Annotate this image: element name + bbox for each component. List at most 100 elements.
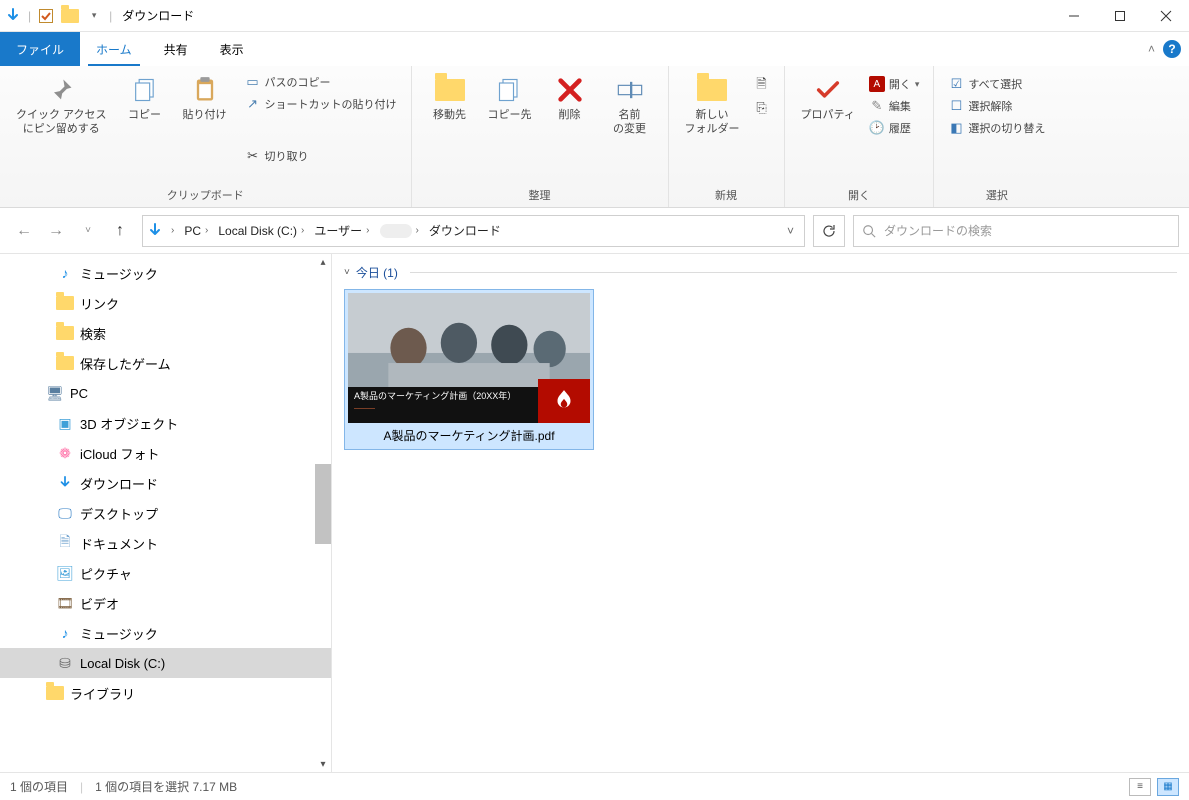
easy-access-button[interactable]: ⎘ — [750, 98, 774, 118]
up-button[interactable]: ↑ — [106, 217, 134, 245]
ribbon-tabs: ファイル ホーム 共有 表示 ˄ ? — [0, 32, 1189, 66]
crumb-pc[interactable]: PC› — [182, 224, 212, 238]
pin-quick-access-button[interactable]: クイック アクセス にピン留めする — [10, 72, 113, 139]
pdf-badge-icon — [538, 379, 590, 423]
sidebar-item-videos[interactable]: 🎞ビデオ — [0, 588, 331, 618]
group-label-clipboard: クリップボード — [10, 185, 401, 205]
view-details-button[interactable]: ≡ — [1129, 778, 1151, 796]
file-list[interactable]: ˅ 今日 (1) ✓ A製品のマーケティング計画（20XX年）――― — [332, 254, 1189, 772]
select-none-button[interactable]: ☐ 選択解除 — [944, 96, 1049, 116]
paste-shortcut-icon: ↗ — [245, 96, 261, 112]
address-bar[interactable]: › PC› Local Disk (C:)› ユーザー› › ダウンロード ˅ — [142, 215, 805, 247]
new-item-button[interactable]: 🗎 — [750, 76, 774, 96]
copy-path-button[interactable]: ▭ パスのコピー — [241, 72, 401, 92]
paste-shortcut-button[interactable]: ↗ ショートカットの貼り付け — [241, 94, 401, 114]
move-to-button[interactable]: 移動先 — [422, 72, 478, 124]
sidebar-item-local-disk[interactable]: ⛁Local Disk (C:) — [0, 648, 331, 678]
copy-to-button[interactable]: コピー先 — [482, 72, 538, 124]
sidebar-item-3d-objects[interactable]: ▣3D オブジェクト — [0, 408, 331, 438]
sidebar-item-desktop[interactable]: 🖵デスクトップ — [0, 498, 331, 528]
quick-access-toolbar: | ▾ | — [0, 7, 116, 25]
checkbox-icon[interactable] — [37, 7, 55, 25]
group-label-new: 新規 — [679, 185, 774, 205]
navigation-pane[interactable]: ▴ ♪ミュージック リンク 検索 保存したゲーム 🖥PC ▣3D オブジェクト … — [0, 254, 332, 772]
sidebar-item-pictures[interactable]: 🖼ピクチャ — [0, 558, 331, 588]
sidebar-item-libraries[interactable]: ライブラリ — [0, 678, 331, 708]
sidebar-item-search[interactable]: 検索 — [0, 318, 331, 348]
address-dropdown[interactable]: ˅ — [781, 224, 800, 238]
collapse-ribbon-icon[interactable]: ˄ — [1148, 42, 1155, 56]
crumb-downloads[interactable]: ダウンロード — [427, 222, 503, 239]
group-divider — [410, 272, 1177, 273]
ribbon: クイック アクセス にピン留めする コピー 貼り付け ▭ パスのコピー — [0, 66, 1189, 208]
sidebar-item-pc[interactable]: 🖥PC — [0, 378, 331, 408]
easy-access-icon: ⎘ — [754, 100, 770, 116]
search-box[interactable] — [853, 215, 1179, 247]
dropdown-icon[interactable]: ▾ — [85, 7, 103, 25]
crumb-users[interactable]: ユーザー› — [312, 222, 373, 239]
documents-icon: 🗎 — [56, 534, 74, 552]
main-area: ▴ ♪ミュージック リンク 検索 保存したゲーム 🖥PC ▣3D オブジェクト … — [0, 254, 1189, 772]
tab-file[interactable]: ファイル — [0, 32, 80, 66]
pin-icon — [45, 74, 77, 106]
delete-button[interactable]: 削除 — [542, 72, 598, 124]
tab-view[interactable]: 表示 — [204, 32, 260, 66]
minimize-button[interactable] — [1051, 1, 1097, 31]
refresh-button[interactable] — [813, 215, 845, 247]
scroll-down-arrow[interactable]: ▾ — [315, 756, 331, 772]
sidebar-item-music[interactable]: ♪ミュージック — [0, 258, 331, 288]
forward-button[interactable]: → — [42, 217, 70, 245]
open-app-icon: A — [869, 76, 885, 92]
status-item-count: 1 個の項目 — [10, 778, 68, 795]
tab-share[interactable]: 共有 — [148, 32, 204, 66]
crumb-sep[interactable]: › — [167, 225, 178, 236]
tab-home[interactable]: ホーム — [80, 32, 148, 66]
maximize-button[interactable] — [1097, 1, 1143, 31]
scroll-up-arrow[interactable]: ▴ — [315, 254, 331, 270]
properties-button[interactable]: プロパティ — [795, 72, 861, 124]
invert-selection-button[interactable]: ◧ 選択の切り替え — [944, 118, 1049, 138]
new-folder-icon — [696, 74, 728, 106]
move-to-icon — [434, 74, 466, 106]
group-header-today[interactable]: ˅ 今日 (1) — [344, 264, 1177, 281]
new-folder-button[interactable]: 新しい フォルダー — [679, 72, 746, 139]
help-icon[interactable]: ? — [1163, 40, 1181, 58]
folder-icon[interactable] — [61, 7, 79, 25]
cut-button[interactable]: ✂ 切り取り — [241, 146, 401, 166]
sidebar-item-documents[interactable]: 🗎ドキュメント — [0, 528, 331, 558]
sidebar-item-saved-games[interactable]: 保存したゲーム — [0, 348, 331, 378]
folder-search-icon — [56, 324, 74, 342]
search-icon — [862, 224, 876, 238]
crumb-user[interactable]: › — [378, 224, 423, 238]
recent-dropdown[interactable]: ˅ — [74, 217, 102, 245]
new-item-icon: 🗎 — [754, 78, 770, 94]
select-all-button[interactable]: ☑ すべて選択 — [944, 74, 1049, 94]
history-button[interactable]: 🕑 履歴 — [865, 118, 924, 138]
search-input[interactable] — [884, 224, 1170, 238]
copy-button[interactable]: コピー — [117, 72, 173, 124]
close-button[interactable] — [1143, 1, 1189, 31]
sidebar-item-links[interactable]: リンク — [0, 288, 331, 318]
back-button[interactable]: ← — [10, 217, 38, 245]
group-label-open: 開く — [795, 185, 924, 205]
qat-divider-2: | — [109, 9, 112, 23]
paste-icon — [189, 74, 221, 106]
desktop-icon: 🖵 — [56, 504, 74, 522]
sidebar-item-downloads[interactable]: ダウンロード — [0, 468, 331, 498]
scrollbar-thumb[interactable] — [315, 464, 331, 544]
ribbon-group-organize: 移動先 コピー先 削除 名前 の変更 整理 — [412, 66, 669, 207]
sidebar-item-music-2[interactable]: ♪ミュージック — [0, 618, 331, 648]
file-item[interactable]: ✓ A製品のマーケティング計画（20XX年）――― A製品のマーケティング計画.… — [344, 289, 594, 450]
qat-divider: | — [28, 9, 31, 23]
edit-button[interactable]: ✎ 編集 — [865, 96, 924, 116]
libraries-icon — [46, 684, 64, 702]
crumb-disk[interactable]: Local Disk (C:)› — [216, 224, 308, 238]
open-button[interactable]: A 開く▾ — [865, 74, 924, 94]
icloud-icon: ❁ — [56, 444, 74, 462]
properties-icon — [812, 74, 844, 106]
paste-button[interactable]: 貼り付け — [177, 72, 233, 124]
rename-button[interactable]: 名前 の変更 — [602, 72, 658, 139]
sidebar-item-icloud-photos[interactable]: ❁iCloud フォト — [0, 438, 331, 468]
view-thumbnails-button[interactable]: ▦ — [1157, 778, 1179, 796]
ribbon-group-open: プロパティ A 開く▾ ✎ 編集 🕑 履歴 開く — [785, 66, 935, 207]
